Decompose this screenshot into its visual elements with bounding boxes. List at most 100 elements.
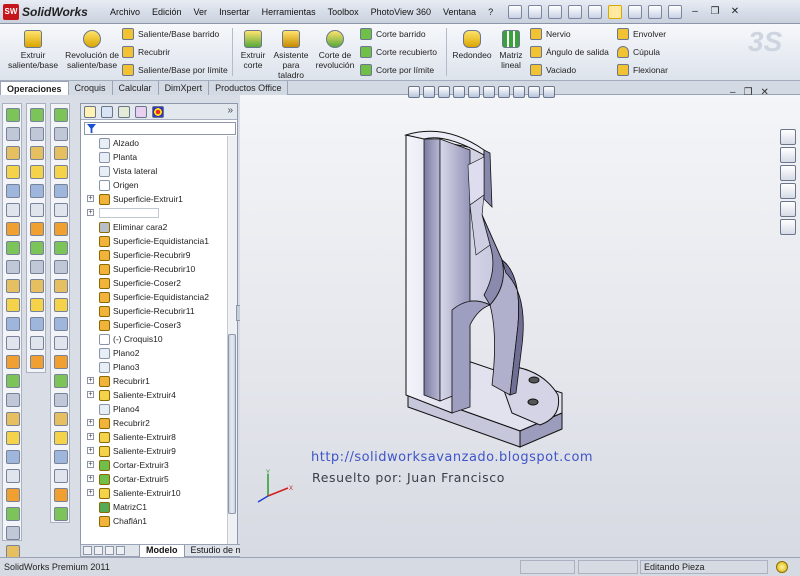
toolbar-tool-icon[interactable] xyxy=(30,298,44,312)
expand-node-icon[interactable]: + xyxy=(87,433,94,440)
edit-appearance-icon[interactable] xyxy=(513,86,525,98)
property-manager-tab-icon[interactable] xyxy=(101,106,113,118)
toolbar-tool-icon[interactable] xyxy=(6,488,20,502)
tree-item[interactable]: + Superficie-Extruir1 xyxy=(87,192,183,206)
toolbar-tool-icon[interactable] xyxy=(6,526,20,540)
previous-view-icon[interactable] xyxy=(438,86,450,98)
toolbar-tool-icon[interactable] xyxy=(54,355,68,369)
tree-item[interactable]: + Saliente-Extruir10 xyxy=(87,486,181,500)
tree-scrollbar-thumb[interactable] xyxy=(228,334,236,514)
tab-modelo[interactable]: Modelo xyxy=(139,544,184,557)
tree-item[interactable]: Plano4 xyxy=(99,402,139,416)
toolbar-tool-icon[interactable] xyxy=(54,279,68,293)
tree-item[interactable]: Planta xyxy=(99,150,137,164)
tree-item[interactable]: Superficie-Recubrir11 xyxy=(99,304,195,318)
toolbar-tool-icon[interactable] xyxy=(30,127,44,141)
envolver-button[interactable]: Envolver xyxy=(617,27,666,41)
toolbar-tool-icon[interactable] xyxy=(6,469,20,483)
undo-icon[interactable] xyxy=(588,5,602,19)
toolbar-tool-icon[interactable] xyxy=(30,203,44,217)
expand-node-icon[interactable]: + xyxy=(87,391,94,398)
tree-item[interactable]: Superficie-Coser2 xyxy=(99,276,181,290)
toolbar-tool-icon[interactable] xyxy=(30,260,44,274)
toolbar-tool-icon[interactable] xyxy=(6,203,20,217)
dimxpert-tab-icon[interactable] xyxy=(135,106,147,118)
extruir-corte-button[interactable]: Extruir corte xyxy=(236,30,270,70)
menu-item[interactable]: Herramientas xyxy=(256,7,322,17)
menu-item[interactable]: Ventana xyxy=(437,7,482,17)
save-icon[interactable] xyxy=(548,5,562,19)
cupula-button[interactable]: Cúpula xyxy=(617,45,660,59)
toolbar-tool-icon[interactable] xyxy=(6,165,20,179)
view-palette-icon[interactable] xyxy=(780,183,796,199)
tree-item[interactable]: Alzado xyxy=(99,136,139,150)
feature-tree-tab-icon[interactable] xyxy=(84,106,96,118)
menu-item[interactable]: PhotoView 360 xyxy=(365,7,437,17)
tree-item[interactable]: + Recubrir1 xyxy=(87,374,150,388)
print-icon[interactable] xyxy=(568,5,582,19)
toolbar-tool-icon[interactable] xyxy=(54,469,68,483)
toolbar-tool-icon[interactable] xyxy=(30,165,44,179)
menu-item[interactable]: Edición xyxy=(146,7,188,17)
expand-node-icon[interactable]: + xyxy=(87,195,94,202)
toolbar-tool-icon[interactable] xyxy=(6,241,20,255)
revolucion-saliente-button[interactable]: Revolución de saliente/base xyxy=(64,30,120,70)
toolbar-tool-icon[interactable] xyxy=(54,184,68,198)
tree-item[interactable]: + Cortar-Extruir3 xyxy=(87,458,169,472)
zoom-to-fit-icon[interactable] xyxy=(408,86,420,98)
toolbar-tool-icon[interactable] xyxy=(54,146,68,160)
toolbar-tool-icon[interactable] xyxy=(6,336,20,350)
display-style-icon[interactable] xyxy=(483,86,495,98)
window-minimize-icon[interactable]: – xyxy=(730,87,736,99)
toolbar-tool-icon[interactable] xyxy=(6,279,20,293)
tree-item[interactable]: Eliminar cara2 xyxy=(99,220,167,234)
part-model[interactable] xyxy=(240,95,800,557)
tree-item[interactable]: + Saliente-Extruir9 xyxy=(87,444,176,458)
new-document-icon[interactable] xyxy=(508,5,522,19)
toolbar-tool-icon[interactable] xyxy=(30,146,44,160)
toolbar-tool-icon[interactable] xyxy=(54,412,68,426)
toolbar-tool-icon[interactable] xyxy=(6,298,20,312)
toolbar-tool-icon[interactable] xyxy=(6,127,20,141)
angulo-salida-button[interactable]: Ángulo de salida xyxy=(530,45,609,59)
appearances-scenes-icon[interactable] xyxy=(780,201,796,217)
corte-limite-button[interactable]: Corte por límite xyxy=(360,63,434,77)
tree-filter-input[interactable] xyxy=(84,122,236,135)
toolbar-tool-icon[interactable] xyxy=(6,355,20,369)
view-orientation-icon[interactable] xyxy=(468,86,480,98)
toolbar-tool-icon[interactable] xyxy=(54,336,68,350)
expand-node-icon[interactable]: + xyxy=(87,447,94,454)
tree-item[interactable]: Superficie-Coser3 xyxy=(99,318,181,332)
toolbar-tool-icon[interactable] xyxy=(6,108,20,122)
cm-tab[interactable]: Productos Office xyxy=(209,81,289,95)
toolbar-tool-icon[interactable] xyxy=(54,450,68,464)
saliente-barrido-button[interactable]: Saliente/Base barrido xyxy=(122,27,219,41)
tree-item[interactable]: + Recubrir2 xyxy=(87,416,150,430)
toolbar-tool-icon[interactable] xyxy=(6,507,20,521)
toolbar-tool-icon[interactable] xyxy=(6,222,20,236)
tree-item[interactable]: + Saliente-Extruir8 xyxy=(87,430,176,444)
tree-item[interactable]: + Cortar-Extruir5 xyxy=(87,472,169,486)
toolbar-tool-icon[interactable] xyxy=(6,412,20,426)
toolbar-tool-icon[interactable] xyxy=(30,184,44,198)
close-icon[interactable]: ✕ xyxy=(728,5,742,19)
tree-item[interactable]: Chaflán1 xyxy=(99,514,147,528)
toolbar-tool-icon[interactable] xyxy=(6,450,20,464)
toolbar-tool-icon[interactable] xyxy=(30,279,44,293)
toolbar-tool-icon[interactable] xyxy=(54,488,68,502)
tree-item[interactable]: Superficie-Recubrir9 xyxy=(99,248,190,262)
toolbar-tool-icon[interactable] xyxy=(54,241,68,255)
corte-recubierto-button[interactable]: Corte recubierto xyxy=(360,45,437,59)
display-manager-tab-icon[interactable] xyxy=(152,106,164,118)
expand-node-icon[interactable]: + xyxy=(87,209,94,216)
select-pointer-icon[interactable] xyxy=(608,5,622,19)
menu-item[interactable]: Ver xyxy=(188,7,214,17)
tab-next-icon[interactable] xyxy=(105,546,114,555)
options-icon[interactable] xyxy=(648,5,662,19)
menu-item[interactable]: ? xyxy=(482,7,499,17)
extruir-saliente-button[interactable]: Extruir saliente/base xyxy=(4,30,62,70)
expand-node-icon[interactable]: + xyxy=(87,461,94,468)
tree-item[interactable]: Plano2 xyxy=(99,346,139,360)
recubrir-button[interactable]: Recubrir xyxy=(122,45,170,59)
toolbar-tool-icon[interactable] xyxy=(6,260,20,274)
